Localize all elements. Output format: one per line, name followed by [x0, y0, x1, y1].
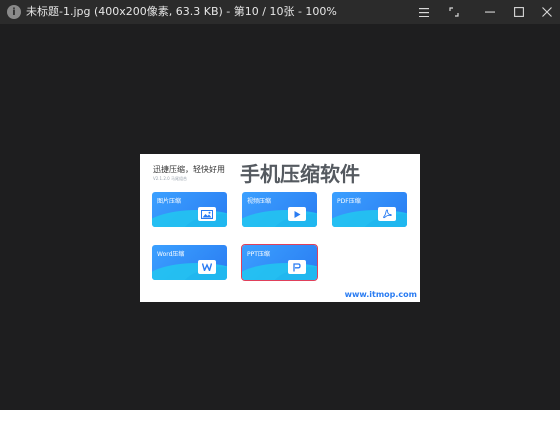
card-video-compress: 视频压缩: [242, 192, 317, 227]
displayed-image[interactable]: 迅捷压缩，轻快好用 V2.1.2.0 马尾组合 手机压缩软件 图片压缩 视频压缩…: [140, 154, 420, 302]
window-title: 未标题-1.jpg (400x200像素, 63.3 KB) - 第10 / 1…: [26, 5, 337, 18]
close-button[interactable]: [532, 0, 560, 24]
menu-icon[interactable]: [409, 0, 439, 24]
play-icon: [288, 207, 306, 221]
ppt-icon: [288, 260, 306, 274]
info-icon[interactable]: i: [7, 5, 21, 19]
image-version-text: V2.1.2.0 马尾组合: [153, 176, 188, 181]
maximize-button[interactable]: [504, 0, 534, 24]
title-bar[interactable]: i 未标题-1.jpg (400x200像素, 63.3 KB) - 第10 /…: [0, 0, 560, 24]
card-label: 图片压缩: [157, 198, 182, 205]
card-image-compress: 图片压缩: [152, 192, 227, 227]
card-label: 视频压缩: [247, 198, 272, 205]
fullscreen-icon[interactable]: [439, 0, 469, 24]
image-headline: 手机压缩软件: [240, 162, 360, 186]
pdf-icon: [378, 207, 396, 221]
page-background-strip: [0, 410, 560, 426]
image-watermark-url: www.itmop.com: [344, 290, 417, 299]
card-ppt-compress: PPT压缩: [241, 244, 318, 281]
card-word-compress: Word压缩: [152, 245, 227, 280]
image-icon: [198, 207, 216, 221]
word-icon: [198, 260, 216, 274]
image-viewer-window: i 未标题-1.jpg (400x200像素, 63.3 KB) - 第10 /…: [0, 0, 560, 410]
image-slogan: 迅捷压缩，轻快好用: [153, 165, 225, 174]
card-label: Word压缩: [157, 251, 185, 258]
minimize-button[interactable]: [475, 0, 505, 24]
card-label: PPT压缩: [247, 251, 270, 258]
card-label: PDF压缩: [337, 198, 361, 205]
card-pdf-compress: PDF压缩: [332, 192, 407, 227]
